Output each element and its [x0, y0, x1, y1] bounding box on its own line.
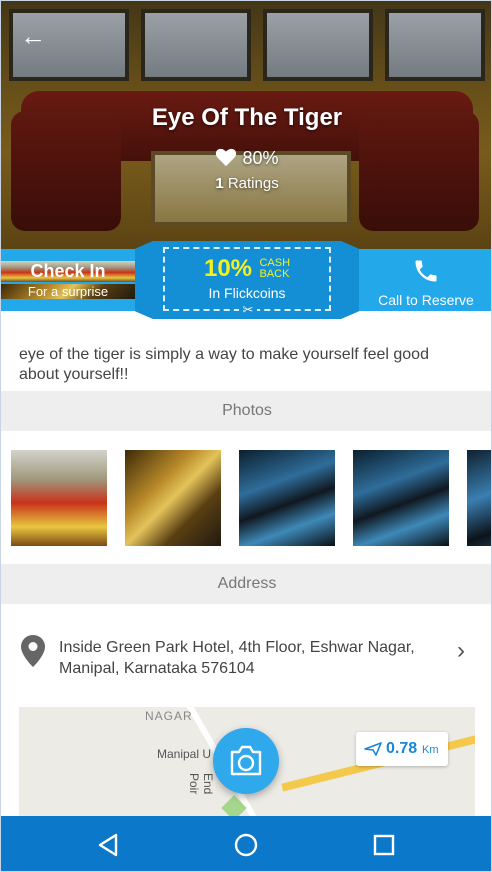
check-in-subtitle: For a surprise — [1, 284, 135, 299]
venue-detail-screen: ← Eye Of The Tiger 80% 1 Ratings Check I… — [0, 0, 492, 872]
check-in-button[interactable]: Check In For a surprise — [1, 249, 135, 311]
photos-heading: Photos — [1, 391, 491, 431]
photo-thumbnail[interactable] — [11, 450, 107, 546]
distance-badge[interactable]: 0.78 Km — [356, 732, 448, 766]
photo-thumbnail[interactable] — [125, 450, 221, 546]
address-heading: Address — [1, 564, 491, 604]
nav-home-icon — [234, 833, 258, 857]
call-to-reserve-button[interactable]: Call to Reserve — [359, 249, 491, 311]
check-in-title: Check In — [1, 261, 135, 282]
rating: 80% — [1, 147, 491, 172]
back-arrow-icon: ← — [20, 21, 46, 51]
map-label: End Poir — [187, 773, 215, 795]
cashback-label-line2: BACK — [259, 268, 290, 280]
map-label: NAGAR — [145, 709, 193, 723]
venue-description: eye of the tiger is simply a way to make… — [19, 346, 429, 383]
rating-percent: 80% — [242, 148, 279, 168]
photo-strip[interactable] — [1, 450, 491, 546]
ratings-count-label: Ratings — [227, 175, 279, 192]
venue-title: Eye Of The Tiger — [151, 104, 343, 131]
nav-recent-button[interactable] — [369, 830, 399, 860]
location-pin-icon — [21, 635, 45, 667]
cashback-coupon[interactable]: 10% CASH BACK In Flickcoins ✂ — [163, 247, 331, 318]
photo-thumbnail[interactable] — [467, 450, 491, 546]
distance-value: 0.78 — [386, 740, 418, 757]
ratings-count-value: 1 — [215, 175, 224, 192]
cashback-label: CASH BACK — [259, 258, 290, 280]
photo-thumbnail[interactable] — [353, 450, 449, 546]
nav-recent-icon — [373, 834, 395, 856]
camera-button[interactable] — [213, 728, 279, 794]
system-nav-bar — [1, 816, 491, 871]
heart-icon — [215, 147, 237, 172]
nav-home-button[interactable] — [231, 830, 261, 860]
distance-unit: Km — [422, 744, 439, 756]
phone-icon — [415, 260, 437, 282]
camera-icon — [230, 745, 262, 776]
nav-back-button[interactable] — [94, 830, 124, 860]
ratings-count: 1 Ratings — [1, 175, 491, 192]
cashback-subtitle: In Flickcoins — [208, 285, 286, 301]
scissors-icon: ✂ — [239, 302, 257, 318]
address-row[interactable]: Inside Green Park Hotel, 4th Floor, Eshw… — [1, 623, 491, 683]
nav-back-icon — [98, 833, 118, 857]
call-label: Call to Reserve — [378, 292, 474, 308]
address-line2: Manipal, Karnataka 576104 — [59, 660, 255, 677]
photo-thumbnail[interactable] — [239, 450, 335, 546]
send-arrow-icon — [364, 742, 382, 756]
cashback-percent: 10% — [203, 255, 253, 282]
address-line1: Inside Green Park Hotel, 4th Floor, Eshw… — [59, 639, 415, 656]
address-text: Inside Green Park Hotel, 4th Floor, Eshw… — [59, 637, 439, 679]
chevron-right-icon: › — [457, 637, 465, 664]
back-button[interactable]: ← — [15, 19, 51, 55]
map-label: Manipal U — [157, 747, 212, 761]
